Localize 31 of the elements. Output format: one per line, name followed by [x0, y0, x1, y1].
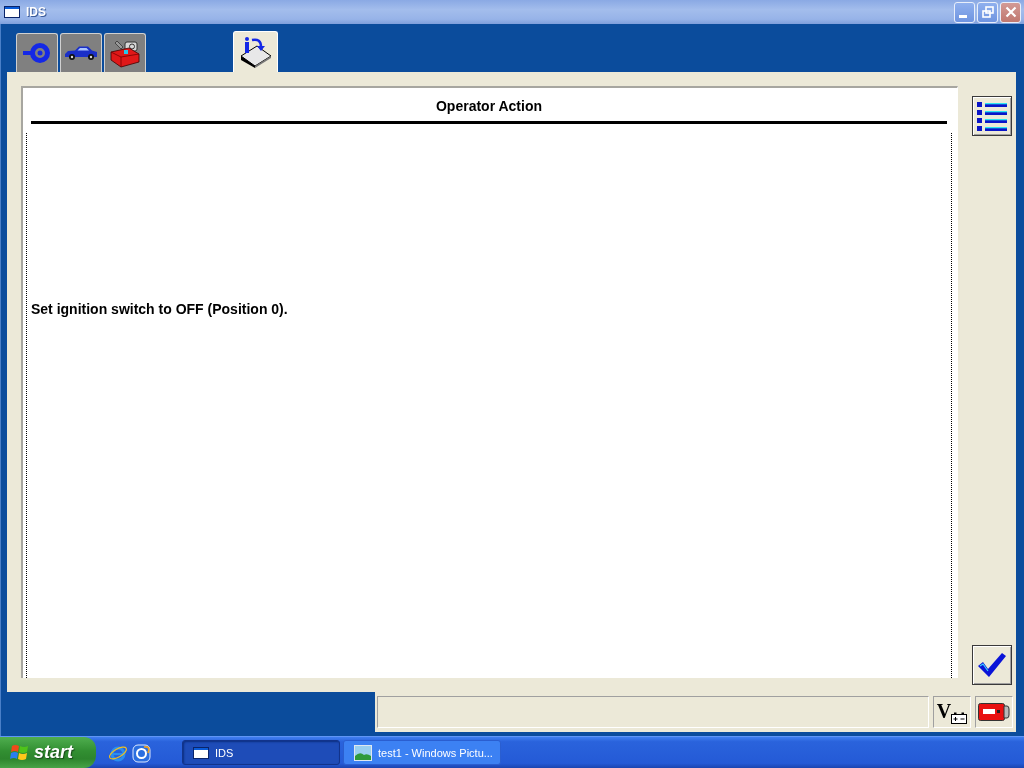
- info-book-icon: [238, 36, 273, 68]
- landscape-image-icon: [354, 744, 372, 761]
- list-button[interactable]: [972, 96, 1012, 136]
- confirm-button[interactable]: [972, 645, 1012, 685]
- start-button[interactable]: start: [0, 737, 96, 768]
- restore-button[interactable]: [977, 1, 998, 23]
- restore-icon: [981, 6, 994, 18]
- instruction-text: Set ignition switch to OFF (Position 0).: [31, 300, 289, 318]
- taskbar-button[interactable]: IDS: [182, 740, 340, 765]
- check-icon: [977, 651, 1007, 679]
- close-button[interactable]: [1000, 1, 1021, 23]
- list-icon: [975, 99, 1009, 133]
- toolbox-icon: [109, 38, 141, 68]
- window-icon: [4, 6, 20, 18]
- swirl-icon[interactable]: [132, 742, 152, 763]
- close-icon: [1004, 6, 1017, 18]
- battery-status-button[interactable]: [975, 695, 1013, 728]
- battery-icon: [978, 701, 1010, 722]
- taskbar-button[interactable]: test1 - Windows Pictu...: [343, 740, 501, 765]
- window-title: IDS: [26, 5, 47, 19]
- tab[interactable]: [104, 33, 146, 72]
- car-icon: [64, 45, 98, 61]
- minimize-icon: [959, 14, 967, 18]
- tab[interactable]: [60, 33, 102, 72]
- battery-voltage-button[interactable]: V: [933, 695, 971, 728]
- window-icon: [193, 746, 209, 759]
- connector-icon: [23, 42, 51, 64]
- flag-icon: [10, 742, 30, 763]
- battery-terminal-icon: [951, 711, 968, 724]
- minimize-button[interactable]: [954, 1, 975, 23]
- panel-title: Operator Action: [434, 97, 543, 116]
